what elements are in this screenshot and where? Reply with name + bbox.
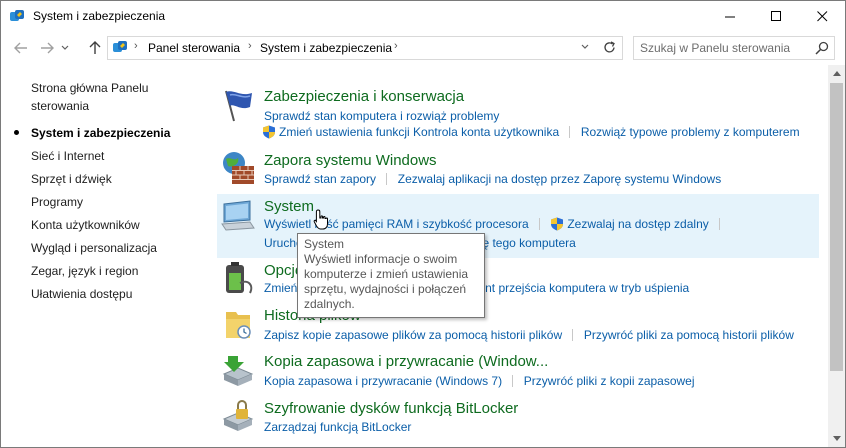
backup-restore-icon	[222, 356, 254, 386]
scroll-down-button[interactable]	[828, 430, 845, 447]
category-links-row: Zapisz kopie zapasowe plików za pomocą h…	[264, 328, 794, 342]
category-title-security-maintenance[interactable]: Zabezpieczenia i konserwacja	[264, 88, 464, 105]
nav-item-user-accounts[interactable]: Konta użytkowników	[31, 216, 140, 234]
link-save-backup-file-history[interactable]: Zapisz kopie zapasowe plików za pomocą h…	[264, 328, 562, 342]
search-input[interactable]	[640, 40, 808, 56]
navigation-bar: › Panel sterowania › System i zabezpiecz…	[1, 33, 845, 63]
category-links-row: Zmień ustawienia funkcji Kontrola konta …	[263, 125, 800, 139]
arrow-left-icon	[14, 42, 27, 54]
hand-cursor-icon	[313, 209, 328, 230]
link-manage-bitlocker[interactable]: Zarządzaj funkcją BitLocker	[264, 420, 411, 434]
nav-item-ease-of-access[interactable]: Ułatwienia dostępu	[31, 285, 132, 303]
link-check-computer-status[interactable]: Sprawdź stan komputera i rozwiąż problem…	[264, 109, 499, 123]
bitlocker-icon	[222, 400, 254, 431]
battery-icon	[226, 262, 253, 294]
firewall-icon	[223, 152, 254, 184]
nav-item-hardware-sound[interactable]: Sprzęt i dźwięk	[31, 170, 112, 188]
forward-button[interactable]	[37, 38, 57, 58]
category-security-maintenance: Zabezpieczenia i konserwacja Sprawdź sta…	[217, 85, 819, 141]
category-title-bitlocker[interactable]: Szyfrowanie dysków funkcją BitLocker	[264, 400, 518, 417]
nav-item-label: sterowania	[31, 99, 90, 113]
link-divider	[386, 173, 388, 185]
search-box[interactable]	[633, 36, 835, 60]
title-bar[interactable]: System i zabezpieczenia	[1, 1, 845, 31]
control-panel-icon	[113, 41, 127, 52]
category-links-row: Sprawdź stan zapory Zezwalaj aplikacji n…	[264, 172, 721, 186]
nav-item-control-panel-home[interactable]: Strona główna Panelu sterowania	[31, 79, 148, 115]
breadcrumb-separator-icon[interactable]: ›	[134, 40, 138, 52]
category-windows-firewall: Zapora systemu Windows Sprawdź stan zapo…	[217, 147, 819, 189]
chevron-down-icon	[832, 436, 841, 441]
category-title-backup-restore[interactable]: Kopia zapasowa i przywracanie (Window...	[264, 353, 548, 370]
link-check-firewall-status[interactable]: Sprawdź stan zapory	[264, 172, 376, 186]
address-dropdown-button[interactable]	[575, 37, 595, 57]
link-allow-app-through-firewall[interactable]: Zezwalaj aplikacji na dostęp przez Zapor…	[398, 172, 721, 186]
chevron-up-icon	[832, 71, 841, 76]
nav-item-appearance[interactable]: Wygląd i personalizacja	[31, 239, 157, 257]
scroll-up-button[interactable]	[828, 65, 845, 82]
computer-icon	[221, 200, 255, 231]
tooltip-title: System	[304, 237, 345, 251]
category-links-row: Sprawdź stan komputera i rozwiąż problem…	[264, 109, 499, 123]
link-divider	[569, 126, 571, 138]
minimize-icon	[724, 16, 735, 17]
vertical-scrollbar[interactable]	[828, 65, 845, 447]
arrow-up-icon	[89, 41, 101, 54]
nav-item-system-security[interactable]: System i zabezpieczenia	[31, 124, 170, 142]
window-title: System i zabezpieczenia	[33, 9, 166, 23]
nav-item-programs[interactable]: Programy	[31, 193, 83, 211]
link-restore-file-history[interactable]: Przywróć pliki za pomocą historii plików	[584, 328, 794, 342]
category-title-windows-firewall[interactable]: Zapora systemu Windows	[264, 152, 437, 169]
file-history-icon	[226, 312, 251, 339]
close-icon	[816, 10, 827, 21]
chevron-down-icon	[581, 44, 589, 49]
recent-locations-button[interactable]	[59, 38, 71, 58]
maximize-icon	[770, 10, 781, 21]
flag-icon	[225, 90, 252, 122]
maximize-button[interactable]	[753, 1, 799, 31]
uac-shield-icon	[263, 125, 275, 139]
active-bullet-icon	[14, 130, 19, 135]
category-links-row: Zarządzaj funkcją BitLocker	[264, 420, 411, 434]
breadcrumb-separator-icon[interactable]: ›	[248, 40, 252, 52]
breadcrumb-separator-icon[interactable]: ›	[394, 40, 398, 52]
link-view-ram-processor[interactable]: Wyświetl ilość pamięci RAM i szybkość pr…	[264, 217, 529, 231]
tooltip-system: System Wyświetl informacje o swoim kompu…	[297, 233, 485, 318]
chevron-down-icon	[61, 45, 69, 50]
refresh-icon	[603, 40, 615, 52]
category-bitlocker: Szyfrowanie dysków funkcją BitLocker Zar…	[217, 397, 819, 439]
up-button[interactable]	[85, 38, 105, 58]
uac-shield-icon	[551, 217, 564, 231]
category-links-row: Wyświetl ilość pamięci RAM i szybkość pr…	[264, 217, 727, 231]
link-allow-remote-access[interactable]: Zezwalaj na dostęp zdalny	[567, 217, 708, 231]
control-panel-window: System i zabezpieczenia › Panel sterowan…	[0, 0, 846, 448]
category-title-system[interactable]: System	[264, 198, 314, 215]
link-restore-files-from-backup[interactable]: Przywróć pliki z kopii zapasowej	[524, 374, 695, 388]
tooltip-body: Wyświetl informacje o swoim komputerze i…	[304, 252, 469, 311]
category-links-row: Kopia zapasowa i przywracanie (Windows 7…	[264, 374, 695, 388]
search-icon[interactable]	[814, 40, 830, 56]
link-divider	[512, 375, 514, 387]
nav-item-network-internet[interactable]: Sieć i Internet	[31, 147, 104, 165]
close-button[interactable]	[799, 1, 845, 31]
address-bar[interactable]: › Panel sterowania › System i zabezpiecz…	[107, 36, 623, 60]
scrollbar-thumb[interactable]	[830, 83, 843, 371]
breadcrumb-system-security[interactable]: System i zabezpieczenia	[260, 41, 392, 55]
link-divider	[572, 329, 574, 341]
back-button[interactable]	[11, 38, 31, 58]
link-divider	[719, 218, 721, 230]
arrow-right-icon	[41, 42, 54, 54]
breadcrumb-control-panel[interactable]: Panel sterowania	[148, 41, 240, 55]
link-troubleshoot-problems[interactable]: Rozwiąż typowe problemy z komputerem	[581, 125, 800, 139]
nav-item-label: Strona główna Panelu	[31, 81, 149, 95]
refresh-button[interactable]	[599, 37, 619, 57]
link-backup-restore-windows7[interactable]: Kopia zapasowa i przywracanie (Windows 7…	[264, 374, 502, 388]
category-backup-restore: Kopia zapasowa i przywracanie (Window...…	[217, 350, 819, 392]
minimize-button[interactable]	[707, 1, 753, 31]
control-panel-icon	[10, 10, 24, 21]
link-divider	[538, 218, 540, 230]
nav-item-clock-language-region[interactable]: Zegar, język i region	[31, 262, 138, 280]
link-change-uac-settings[interactable]: Zmień ustawienia funkcji Kontrola konta …	[279, 125, 559, 139]
